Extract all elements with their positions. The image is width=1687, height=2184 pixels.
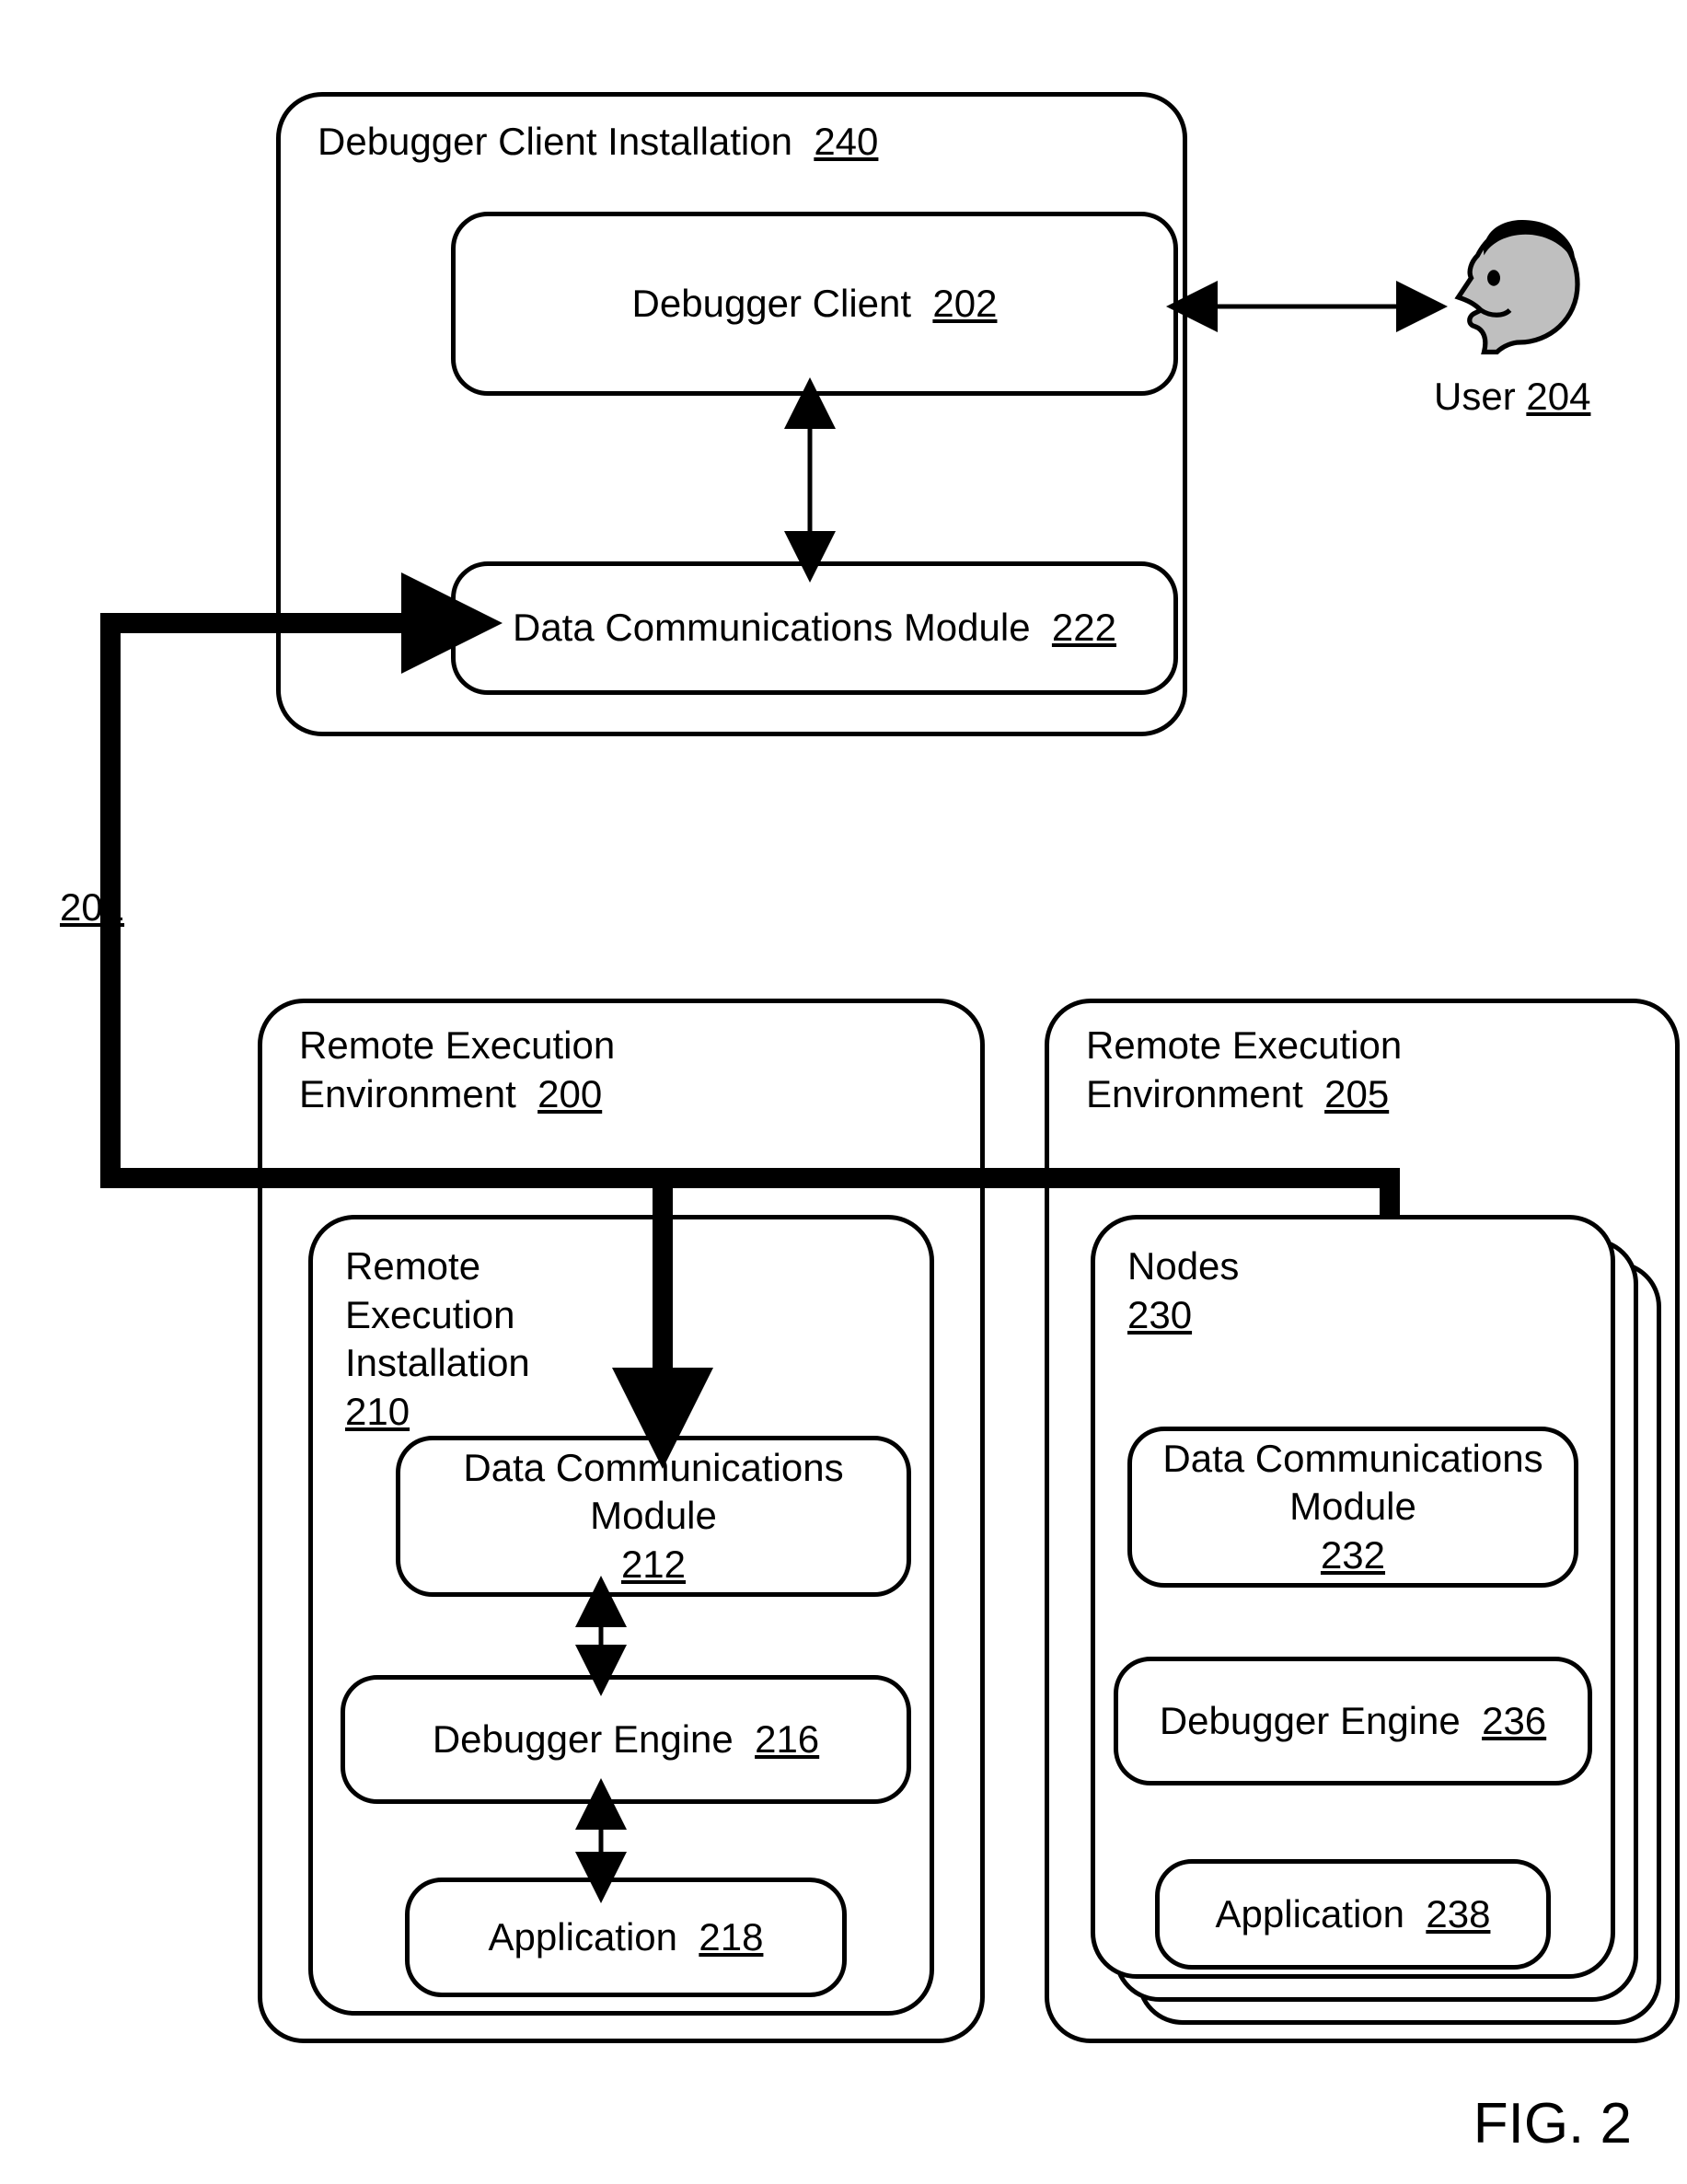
dcm-232-ref: 232 xyxy=(1321,1533,1385,1577)
diagram-canvas: Debugger Client Installation 240 Debugge… xyxy=(0,0,1687,2184)
figure-label: FIG. 2 xyxy=(1473,2091,1632,2156)
left-env-title-ref: 200 xyxy=(537,1072,602,1115)
app-218-ref: 218 xyxy=(699,1915,763,1959)
left-inner-ref: 210 xyxy=(345,1390,410,1433)
debugger-client-ref: 202 xyxy=(932,282,997,325)
left-inner-title: Remote Execution Installation 210 xyxy=(345,1242,557,1436)
engine-216-box: Debugger Engine 216 xyxy=(341,1675,911,1804)
right-env-title-ref: 205 xyxy=(1324,1072,1389,1115)
engine-216-text: Debugger Engine xyxy=(433,1717,734,1761)
left-inner-t1: Remote xyxy=(345,1244,480,1288)
dcm-212-text: Data Communications Module xyxy=(463,1446,843,1538)
dcm-222-box: Data Communications Module 222 xyxy=(451,561,1178,695)
app-238-text: Application xyxy=(1216,1892,1404,1936)
network-ref: 201 xyxy=(60,884,124,932)
dcm-232-text: Data Communications Module xyxy=(1162,1437,1543,1529)
user-label: User 204 xyxy=(1434,373,1590,422)
right-env-title: Remote Execution Environment 205 xyxy=(1086,1022,1473,1118)
engine-236-text: Debugger Engine xyxy=(1160,1699,1461,1742)
app-218-text: Application xyxy=(489,1915,677,1959)
user-icon xyxy=(1436,207,1597,368)
engine-216-ref: 216 xyxy=(755,1717,819,1761)
dci-title-ref: 240 xyxy=(814,120,878,163)
nodes-title-text: Nodes xyxy=(1127,1244,1239,1288)
left-inner-t2: Execution xyxy=(345,1293,514,1336)
left-env-title: Remote Execution Environment 200 xyxy=(299,1022,686,1118)
user-label-ref: 204 xyxy=(1526,375,1590,418)
nodes-title: Nodes 230 xyxy=(1127,1242,1239,1339)
dcm-222-ref: 222 xyxy=(1052,606,1116,649)
engine-236-ref: 236 xyxy=(1482,1699,1546,1742)
engine-236-box: Debugger Engine 236 xyxy=(1114,1657,1592,1785)
dcm-222-text: Data Communications Module xyxy=(513,606,1031,649)
app-238-box: Application 238 xyxy=(1155,1859,1551,1970)
dcm-232-box: Data Communications Module232 xyxy=(1127,1427,1578,1588)
app-218-box: Application 218 xyxy=(405,1878,847,1997)
dcm-212-ref: 212 xyxy=(621,1543,686,1586)
dcm-212-box: Data Communications Module 212 xyxy=(396,1436,911,1597)
app-238-ref: 238 xyxy=(1426,1892,1490,1936)
left-inner-t3: Installation xyxy=(345,1341,530,1384)
dci-title: Debugger Client Installation 240 xyxy=(318,118,878,167)
dci-title-text: Debugger Client Installation xyxy=(318,120,792,163)
nodes-title-ref: 230 xyxy=(1127,1293,1192,1336)
debugger-client-box: Debugger Client 202 xyxy=(451,212,1178,396)
debugger-client-text: Debugger Client xyxy=(632,282,912,325)
user-label-text: User xyxy=(1434,375,1516,418)
